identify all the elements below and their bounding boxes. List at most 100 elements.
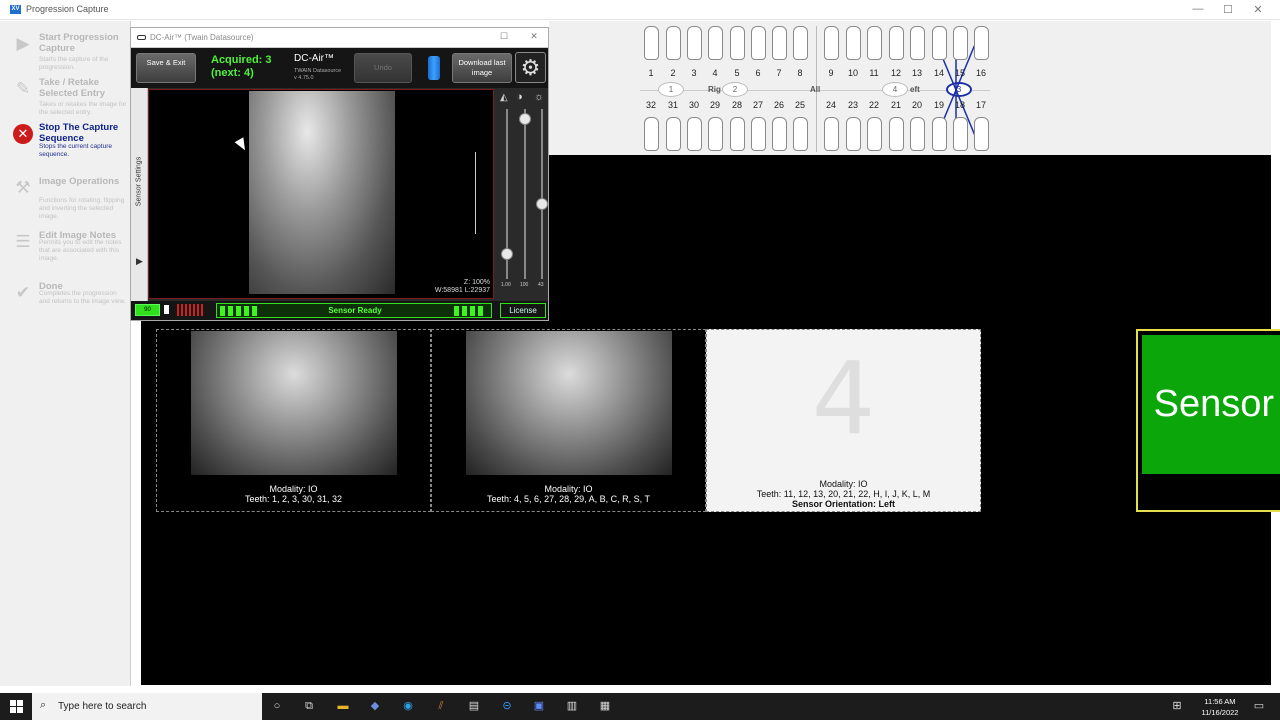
version-label: v 4.75.0 xyxy=(294,75,314,81)
tooth-number: 9 xyxy=(828,68,834,78)
edge-browser-icon[interactable]: ◉ xyxy=(401,700,415,713)
app-icon-3[interactable]: ⊝ xyxy=(500,700,514,713)
file-explorer-icon[interactable]: ▬ xyxy=(336,700,350,713)
quadrant-1-button[interactable]: 1 xyxy=(658,82,684,97)
image-slot-1[interactable]: Modality: IO Teeth: 1, 2, 3, 30, 31, 32 xyxy=(156,329,431,512)
minimize-button[interactable]: — xyxy=(1188,3,1208,15)
close-button[interactable]: ✕ xyxy=(1248,3,1268,16)
tooth-upper-12[interactable] xyxy=(889,26,904,60)
dc-status-bar: 90 Sensor Ready License xyxy=(131,301,548,320)
tooth-lower-18[interactable] xyxy=(953,117,968,151)
license-button[interactable]: License xyxy=(500,303,546,318)
dc-air-window: DC-Air™ (Twain Datasource) ☐ ✕ Save & Ex… xyxy=(130,27,549,321)
tooth-lower-19[interactable] xyxy=(932,117,947,151)
image-slot-2[interactable]: Modality: IO Teeth: 4, 5, 6, 27, 28, 29,… xyxy=(431,329,706,512)
tooth-lower-23[interactable] xyxy=(846,117,861,151)
right-label: Rig xyxy=(708,85,721,94)
windows-start-icon[interactable] xyxy=(10,700,23,713)
stop-icon: ✕ xyxy=(13,124,33,144)
tooth-lower-27[interactable] xyxy=(751,117,766,151)
tooth-upper-2[interactable] xyxy=(666,26,681,60)
tooth-lower-32[interactable] xyxy=(644,117,659,151)
quadrant-2-button[interactable]: 2 xyxy=(722,82,748,97)
tooth-lower-25[interactable] xyxy=(793,117,808,151)
tooth-lower-26[interactable] xyxy=(772,117,787,151)
tooth-lower-30[interactable] xyxy=(687,117,702,151)
step-desc: Starts the capture of the progression. xyxy=(39,56,109,71)
tooth-lower-31[interactable] xyxy=(666,117,681,151)
tooth-upper-4[interactable] xyxy=(708,26,723,60)
step-take-retake[interactable]: ✎ Take / Retake Selected Entry Takes or … xyxy=(0,75,131,125)
dc-close-button[interactable]: ✕ xyxy=(524,31,544,42)
tooth-number: 29 xyxy=(709,100,720,110)
save-exit-button[interactable]: Save & Exit xyxy=(136,53,196,83)
image-slot-3[interactable]: 4 Modality: IO Teeth: 11, 12, 13, 20, 21… xyxy=(706,329,981,512)
tooth-lower-28[interactable] xyxy=(730,117,745,151)
step-image-operations[interactable]: ⚒ Image Operations Functions for rotatin… xyxy=(0,174,131,224)
preview-image[interactable]: Z: 100% W:58981 L:22937 xyxy=(148,89,494,299)
tooth-upper-1[interactable] xyxy=(644,26,659,60)
tooth-upper-5[interactable] xyxy=(730,26,745,60)
quadrant-4-button[interactable]: 4 xyxy=(882,82,908,97)
contrast-slider-track[interactable] xyxy=(524,109,526,279)
tooth-upper-11[interactable] xyxy=(867,26,882,60)
cortana-icon[interactable]: ○ xyxy=(270,700,284,713)
app-icon-1[interactable]: ◆ xyxy=(368,700,382,713)
tooth-upper-10[interactable] xyxy=(846,26,861,60)
dc-air-icon xyxy=(137,35,146,40)
taskbar: ⌕ Type here to search ○ ⧉ ▬ ◆ ◉ ⫽ ▤ ⊝ ▣ … xyxy=(0,693,1280,720)
dc-maximize-button[interactable]: ☐ xyxy=(494,31,514,42)
tooth-upper-16[interactable] xyxy=(974,26,989,60)
step-start-progression[interactable]: ▶ Start Progression Capture Starts the c… xyxy=(0,30,131,80)
tooth-upper-3[interactable] xyxy=(687,26,702,60)
clock[interactable]: 11:56 AM 11/16/2022 xyxy=(1196,696,1244,718)
taskbar-search-input[interactable]: ⌕ Type here to search xyxy=(32,693,262,720)
contrast-slider-knob[interactable] xyxy=(519,113,531,125)
brightness-slider-track[interactable] xyxy=(541,109,543,279)
tooth-number: 4 xyxy=(712,68,718,78)
gamma-slider-knob[interactable] xyxy=(501,248,513,260)
step-stop-capture[interactable]: ✕ Stop The Capture Sequence Stops the cu… xyxy=(0,120,131,170)
tooth-lower-24[interactable] xyxy=(824,117,839,151)
xv-app-icon[interactable]: ▣ xyxy=(532,700,546,713)
tooth-lower-21[interactable] xyxy=(889,117,904,151)
tooth-lower-22[interactable] xyxy=(867,117,882,151)
tooth-upper-13[interactable] xyxy=(910,26,925,60)
tooth-lower-17[interactable] xyxy=(974,117,989,151)
tooth-upper-15[interactable] xyxy=(953,26,968,60)
tooth-number: 32 xyxy=(645,100,656,110)
brightness-slider-knob[interactable] xyxy=(536,198,548,210)
image-adjust-sliders: ◭ ◑ ☼ 1.00 100 43 xyxy=(496,89,548,301)
task-view-icon[interactable]: ⧉ xyxy=(302,700,316,713)
app-icon-2[interactable]: ▤ xyxy=(467,700,481,713)
step-done[interactable]: ✔ Done Completes the progression and ret… xyxy=(0,279,131,329)
tooth-lower-20[interactable] xyxy=(910,117,925,151)
sensor-settings-tab[interactable]: Sensor Settings ▶ xyxy=(131,88,148,302)
tool-icon[interactable]: ⫽ xyxy=(434,700,448,713)
maximize-button[interactable]: ☐ xyxy=(1218,3,1238,16)
sensor-ready-text: Sensor Ready xyxy=(1142,335,1280,474)
tooth-upper-7[interactable] xyxy=(772,26,787,60)
all-label[interactable]: All xyxy=(810,85,820,94)
tooth-upper-9[interactable] xyxy=(824,26,839,60)
tooth-chart[interactable]: 1 Rig 2 All 4 eft 3 1 2 3 4 5 6 7 8 9 10 11 12 13 14 1… xyxy=(636,24,996,154)
app-icon-5[interactable]: ▦ xyxy=(598,700,612,713)
undo-button[interactable]: Undo xyxy=(354,53,412,83)
sensor-ready-panel[interactable]: Sensor Ready xyxy=(1136,329,1280,512)
datasource-label: TWAIN Datasource xyxy=(294,68,342,74)
tooth-upper-8[interactable] xyxy=(793,26,808,60)
notification-icon[interactable]: ▭ xyxy=(1252,700,1266,713)
tooth-upper-6[interactable] xyxy=(751,26,766,60)
step-edit-notes[interactable]: ☰ Edit Image Notes Permits you to edit t… xyxy=(0,228,131,278)
app-icon-4[interactable]: ▥ xyxy=(565,700,579,713)
tooth-lower-29[interactable] xyxy=(708,117,723,151)
expand-arrow-icon[interactable]: ▶ xyxy=(136,256,143,267)
download-last-image-button[interactable]: Download last image xyxy=(452,53,512,83)
step-title: Start Progression Capture xyxy=(39,32,119,54)
system-tray-icons[interactable]: ⊞ xyxy=(1170,700,1184,713)
sun-icon: ☼ xyxy=(534,91,545,103)
tooth-upper-14[interactable] xyxy=(932,26,947,60)
notes-icon: ☰ xyxy=(15,232,31,251)
gear-icon[interactable]: ⚙ xyxy=(515,52,546,83)
title-bar: XV Progression Capture — ☐ ✕ xyxy=(0,0,1280,20)
